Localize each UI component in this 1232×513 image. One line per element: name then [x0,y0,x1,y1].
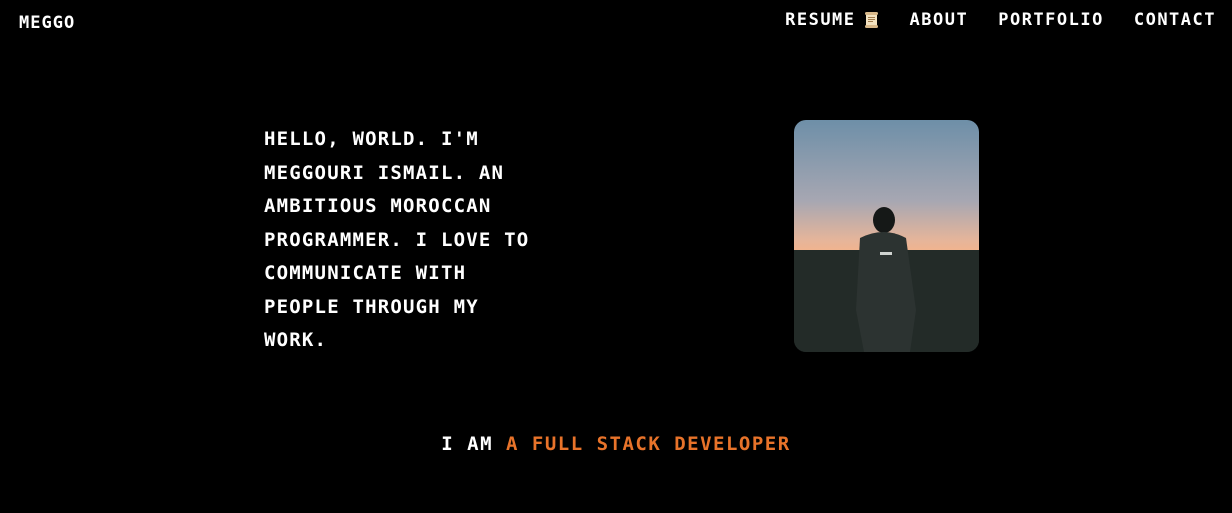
main-nav: RESUME ABOUT PORTFOLIO CONTACT [785,10,1216,30]
portrait-photo [794,120,979,352]
nav-portfolio-link[interactable]: PORTFOLIO [998,10,1104,30]
nav-resume-label: RESUME [785,10,856,30]
intro-text: HELLO, WORLD. I'M MEGGOURI ISMAIL. AN AM… [264,128,530,351]
tagline-highlight: A FULL STACK DEVELOPER [506,433,791,455]
tagline: I AM A FULL STACK DEVELOPER [0,433,1232,455]
tagline-prefix: I AM [441,433,494,455]
nav-resume-link[interactable]: RESUME [785,10,879,30]
scroll-icon [864,11,880,29]
nav-about-link[interactable]: ABOUT [910,10,969,30]
nav-contact-link[interactable]: CONTACT [1134,10,1216,30]
site-logo[interactable]: MEGGO [19,13,75,33]
